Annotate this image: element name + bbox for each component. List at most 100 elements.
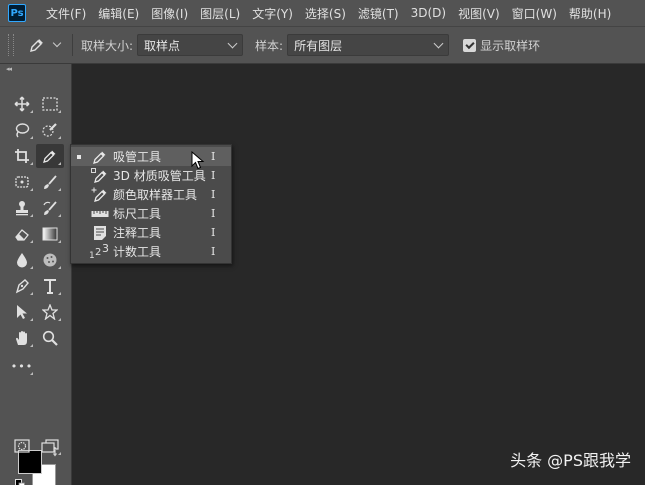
- menu-select[interactable]: 选择(S): [305, 5, 346, 22]
- marquee-icon: [42, 97, 58, 111]
- pen-tool[interactable]: [8, 274, 36, 298]
- eraser-tool[interactable]: [8, 222, 36, 246]
- menu-filter[interactable]: 滤镜(T): [358, 5, 399, 22]
- type-tool[interactable]: [36, 274, 64, 298]
- tool-row: [8, 434, 64, 458]
- menu-image[interactable]: 图像(I): [151, 5, 188, 22]
- move-icon: [14, 96, 30, 112]
- watermark: 头条 @PS跟我学: [510, 451, 631, 470]
- blur-icon: [17, 253, 27, 268]
- default-colors-icon[interactable]: [15, 478, 25, 485]
- count-icon: 123: [89, 244, 109, 260]
- tool-row: [8, 326, 64, 350]
- sample-label: 样本:: [255, 38, 284, 53]
- tool-row: [8, 92, 64, 116]
- document-canvas-area[interactable]: [73, 64, 645, 485]
- tool-row: [8, 222, 64, 246]
- flyout-item-shortcut: I: [211, 188, 216, 201]
- type-icon: [44, 279, 56, 294]
- gradient-tool[interactable]: [36, 222, 64, 246]
- tool-row: [8, 118, 64, 142]
- healing-icon: [15, 176, 29, 188]
- svg-text:3: 3: [102, 244, 109, 255]
- crop-tool[interactable]: [8, 144, 36, 168]
- menu-view[interactable]: 视图(V): [458, 5, 500, 22]
- stamp-icon: [16, 201, 28, 216]
- edit-toolbar-button[interactable]: •••: [8, 354, 36, 378]
- flyout-item-3d-material-eyedropper[interactable]: 3D 材质吸管工具 I: [71, 166, 231, 185]
- menu-help[interactable]: 帮助(H): [569, 5, 611, 22]
- flyout-item-count[interactable]: 123 计数工具 I: [71, 242, 231, 261]
- gradient-icon: [42, 227, 58, 241]
- sample-size-value: 取样点: [144, 38, 181, 53]
- menu-file[interactable]: 文件(F): [46, 5, 86, 22]
- menu-type[interactable]: 文字(Y): [252, 5, 293, 22]
- brush-tool[interactable]: [36, 170, 64, 194]
- flyout-item-eyedropper[interactable]: 吸管工具 I: [71, 147, 231, 166]
- svg-text:1: 1: [89, 251, 95, 260]
- history-brush-tool[interactable]: [36, 196, 64, 220]
- sponge-tool[interactable]: [36, 248, 64, 272]
- eyedropper-tool[interactable]: [36, 144, 64, 168]
- brush-icon: [44, 175, 57, 189]
- menu-3d[interactable]: 3D(D): [411, 6, 446, 20]
- flyout-item-label: 标尺工具: [113, 207, 162, 221]
- sample-size-select[interactable]: 取样点: [137, 34, 244, 56]
- crop-icon: [15, 149, 29, 163]
- quick-mask-icon: [14, 439, 30, 453]
- flyout-item-label: 注释工具: [113, 226, 162, 240]
- sponge-icon: [43, 253, 57, 267]
- flyout-item-color-sampler[interactable]: 颜色取样器工具 I: [71, 185, 231, 204]
- options-bar-grip[interactable]: [8, 34, 14, 56]
- path-selection-tool[interactable]: [8, 300, 36, 324]
- healing-tool[interactable]: [8, 170, 36, 194]
- menu-window[interactable]: 窗口(W): [512, 5, 557, 22]
- eyedropper-tool-flyout: 吸管工具 I 3D 材质吸管工具 I 颜色取样器工具 I 标尺工具 I 注释工具…: [70, 144, 232, 264]
- move-tool[interactable]: [8, 92, 36, 116]
- sample-select[interactable]: 所有图层: [287, 34, 450, 56]
- eyedropper-icon: [30, 39, 43, 52]
- flyout-item-shortcut: I: [211, 169, 216, 182]
- zoom-tool[interactable]: [36, 326, 64, 350]
- clone-stamp-tool[interactable]: [8, 196, 36, 220]
- quick-select-tool[interactable]: [36, 118, 64, 142]
- eraser-icon: [15, 229, 29, 241]
- note-icon: [94, 225, 106, 240]
- blur-tool[interactable]: [8, 248, 36, 272]
- tools-panel: ◂◂ •••: [0, 64, 72, 485]
- screen-mode-button[interactable]: [36, 434, 64, 458]
- menu-edit[interactable]: 编辑(E): [98, 5, 139, 22]
- zoom-icon: [42, 330, 58, 346]
- flyout-item-shortcut: I: [211, 207, 216, 220]
- show-sampling-ring-checkbox[interactable]: [463, 38, 477, 52]
- active-tool-bullet: [71, 154, 87, 159]
- tool-preset-picker[interactable]: [24, 36, 64, 54]
- path-select-icon: [17, 305, 27, 319]
- hand-icon: [16, 331, 27, 345]
- tool-row: [8, 248, 64, 272]
- chevron-down-icon: [433, 38, 444, 49]
- hand-tool[interactable]: [8, 326, 36, 350]
- mouse-cursor-icon: [191, 150, 205, 174]
- menu-layer[interactable]: 图层(L): [200, 5, 240, 22]
- quick-mask-button[interactable]: [8, 434, 36, 458]
- options-divider: [72, 34, 73, 56]
- options-bar: 取样大小: 取样点 样本: 所有图层 显示取样环: [0, 26, 645, 64]
- tool-row: [8, 196, 64, 220]
- collapse-icon[interactable]: ◂◂: [6, 65, 12, 73]
- screen-mode-icon: [41, 439, 59, 453]
- flyout-item-ruler[interactable]: 标尺工具 I: [71, 204, 231, 223]
- flyout-item-shortcut: I: [211, 245, 216, 258]
- marquee-tool[interactable]: [36, 92, 64, 116]
- sample-value: 所有图层: [294, 38, 343, 53]
- tool-row: [8, 144, 64, 168]
- photoshop-logo[interactable]: Ps: [8, 4, 26, 22]
- ruler-icon: [91, 210, 109, 217]
- lasso-tool[interactable]: [8, 118, 36, 142]
- 3d-eyedropper-icon: [91, 167, 107, 183]
- shape-tool[interactable]: [36, 300, 64, 324]
- flyout-item-note[interactable]: 注释工具 I: [71, 223, 231, 242]
- quick-select-icon: [42, 123, 57, 137]
- svg-text:2: 2: [95, 247, 101, 258]
- history-brush-icon: [43, 201, 57, 215]
